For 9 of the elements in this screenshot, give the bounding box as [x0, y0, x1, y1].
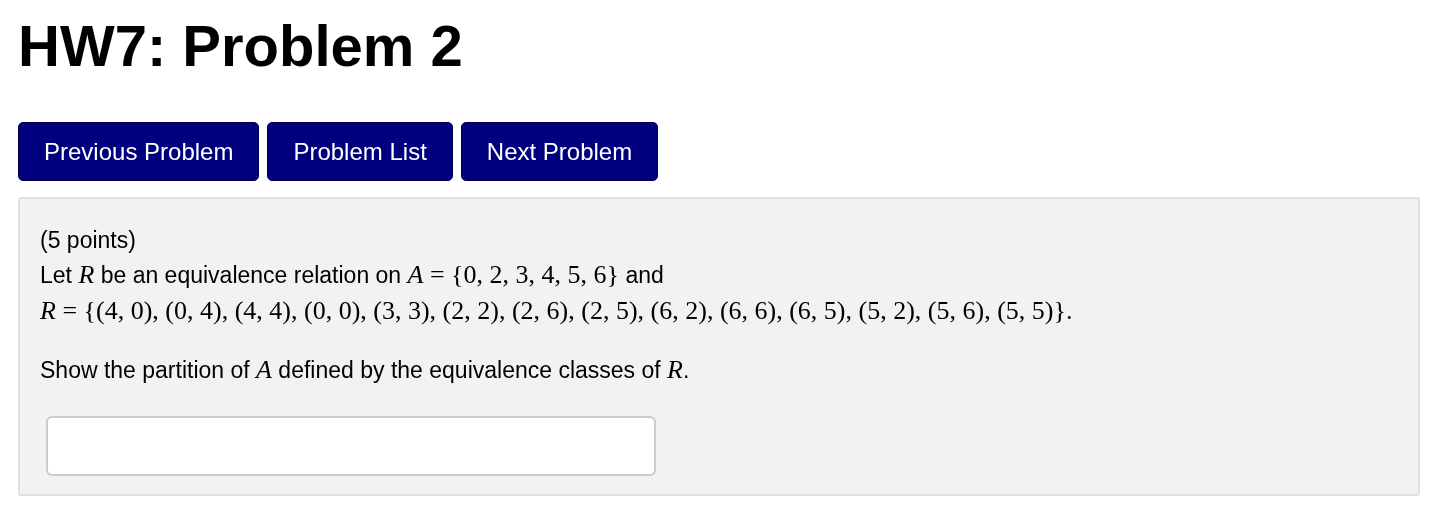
points-label: (5 points) — [40, 226, 137, 255]
problem-statement: Let R be an equivalence relation on A = {0, 2, 3, 4, 5, 6} and — [40, 258, 665, 291]
answer-field[interactable] — [46, 416, 656, 477]
nav-button[interactable]: Next Problem — [460, 121, 659, 181]
page-title: HW7: Problem 2 — [18, 14, 464, 78]
problem-statement: R = {(4, 0), (0, 4), (4, 4), (0, 0), (3, 3), (2, 2), (2, 6), (2, 5), (6, 2), (6, 6), (6, 5), (5, 2), (5, 6), (5, 5)}. — [40, 294, 1074, 327]
nav-button[interactable]: Problem List — [267, 121, 453, 181]
question-text: Show the partition of A defined by the equivalence classes of R. — [40, 354, 691, 387]
nav-button[interactable]: Previous Problem — [18, 121, 260, 181]
